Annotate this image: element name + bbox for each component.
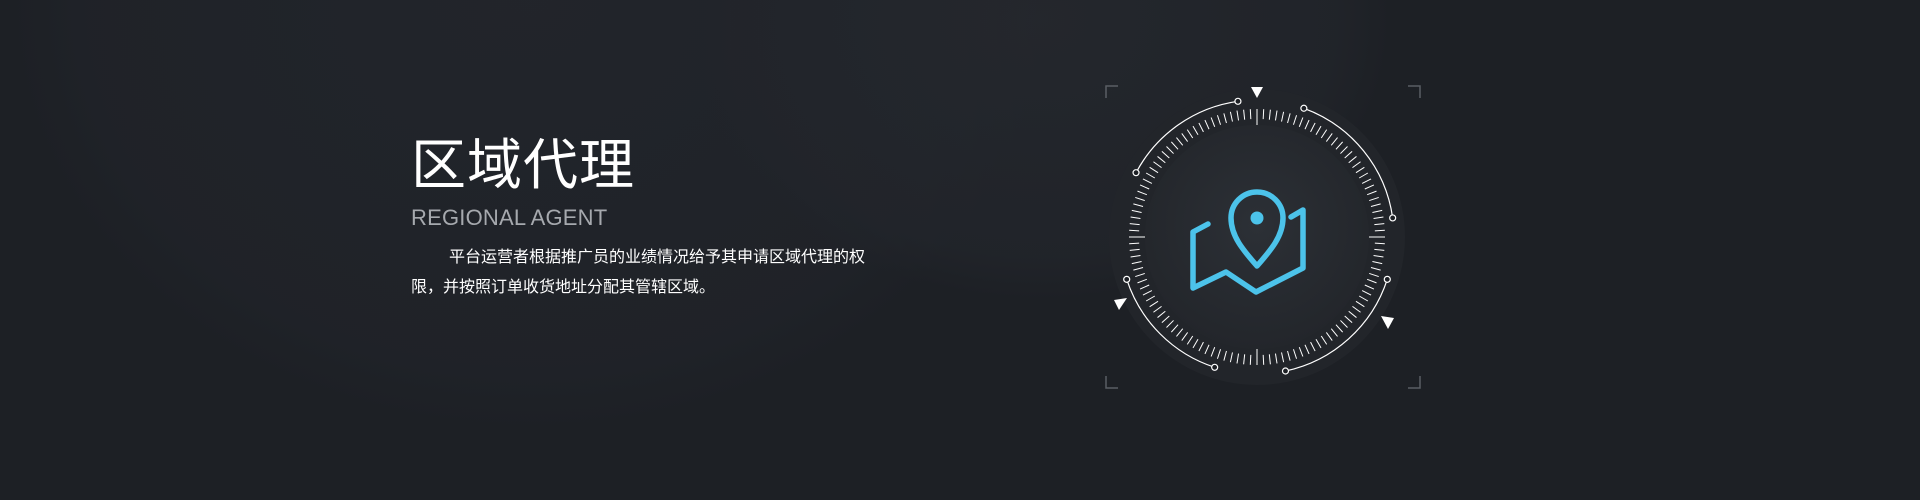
dial-arc-dot <box>1389 214 1397 222</box>
dial-tick <box>1249 354 1252 365</box>
map-dial-graphic <box>1098 78 1428 408</box>
dial-arc-dot <box>1383 275 1391 283</box>
dial-tick <box>1374 242 1385 245</box>
dial-arc-dot <box>1132 169 1140 177</box>
dial-tick <box>1129 229 1140 232</box>
dial-tick <box>1249 109 1252 120</box>
dial-tick <box>1374 229 1385 232</box>
dial-svg <box>1105 85 1421 389</box>
section-text: 区域代理 REGIONAL AGENT 平台运营者根据推广员的业绩情况给予其申请… <box>411 132 871 302</box>
section-title: 区域代理 <box>411 133 636 197</box>
section-description: 平台运营者根据推广员的业绩情况给予其申请区域代理的权限，并按照订单收货地址分配其… <box>411 247 866 296</box>
dial-arc-dot <box>1281 367 1290 375</box>
dial-tick <box>1129 242 1140 245</box>
dial-inner-disc <box>1145 125 1369 349</box>
regional-agent-banner: 区域代理 REGIONAL AGENT 平台运营者根据推广员的业绩情况给予其申请… <box>0 0 1920 500</box>
dial-tick <box>1262 354 1265 365</box>
dial-arc-dot <box>1300 104 1308 112</box>
right-marker-icon <box>1381 316 1394 329</box>
dial-arc-dot <box>1123 275 1131 283</box>
dial-tick <box>1262 109 1265 120</box>
dial-arc-dot <box>1234 97 1242 105</box>
dial-arc-dot <box>1211 363 1219 371</box>
section-subtitle: REGIONAL AGENT <box>411 205 608 230</box>
